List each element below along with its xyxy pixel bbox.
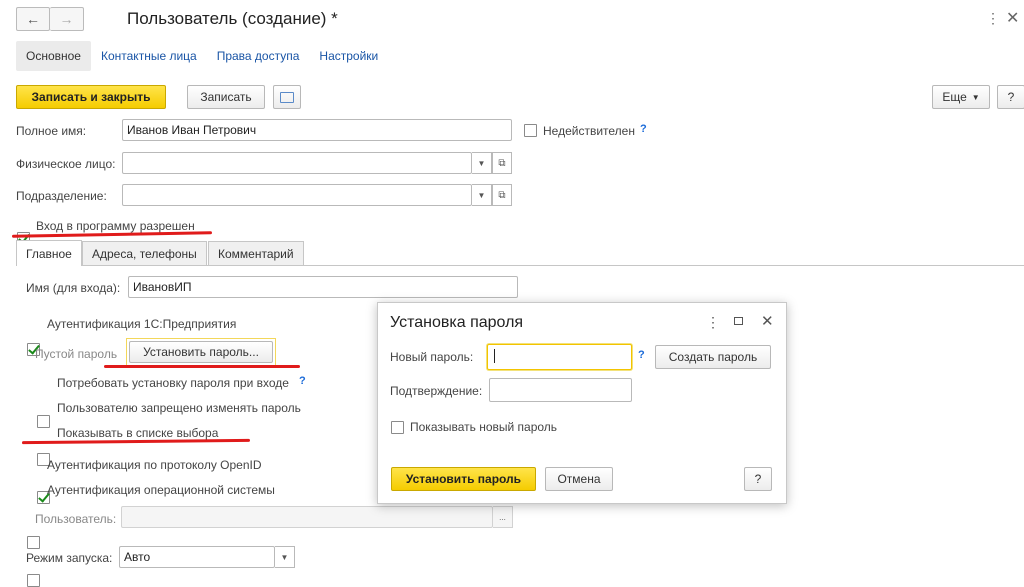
show-password-label: Показывать новый пароль xyxy=(410,420,558,434)
close-icon[interactable]: ✕ xyxy=(1006,8,1019,28)
inactive-checkbox[interactable] xyxy=(524,124,537,137)
back-button[interactable]: ← xyxy=(16,7,50,31)
nav-buttons: ← → xyxy=(16,7,84,31)
comment-icon xyxy=(280,91,294,103)
cancel-button[interactable]: Отмена xyxy=(545,467,613,491)
more-button[interactable]: Еще ▼ xyxy=(932,85,990,109)
generate-password-button[interactable]: Создать пароль xyxy=(655,345,771,369)
require-password-label: Потребовать установку пароля при входе xyxy=(57,376,289,390)
save-button[interactable]: Записать xyxy=(187,85,265,109)
set-password-button[interactable]: Установить пароль... xyxy=(129,341,273,363)
confirm-label: Подтверждение: xyxy=(390,384,483,398)
os-auth-checkbox[interactable] xyxy=(27,574,40,587)
os-auth-label: Аутентификация операционной системы xyxy=(47,483,275,497)
openid-label: Аутентификация по протоколу OpenID xyxy=(47,458,262,472)
person-dropdown-button[interactable]: ▼ xyxy=(472,152,492,174)
tab-contacts[interactable]: Контактные лица xyxy=(91,41,207,71)
text-cursor xyxy=(494,349,495,363)
person-label: Физическое лицо: xyxy=(16,157,116,171)
maximize-icon[interactable] xyxy=(734,317,743,325)
help-button[interactable]: ? xyxy=(997,85,1024,109)
open-window-icon: ⧉ xyxy=(498,189,506,201)
dept-dropdown-button[interactable]: ▼ xyxy=(472,184,492,206)
new-password-help-icon[interactable]: ? xyxy=(638,349,645,361)
more-label: Еще xyxy=(942,90,967,104)
full-name-input[interactable]: Иванов Иван Петрович xyxy=(122,119,512,141)
launch-mode-dropdown-button[interactable]: ▼ xyxy=(275,546,295,568)
new-password-label: Новый пароль: xyxy=(390,350,474,364)
confirm-input[interactable] xyxy=(489,378,632,402)
more-icon[interactable]: ⋮ xyxy=(986,10,1000,27)
tab-strip-line xyxy=(16,265,1024,266)
os-user-input xyxy=(121,506,493,528)
top-tabs: Основное Контактные лица Права доступа Н… xyxy=(16,41,388,71)
dept-input[interactable] xyxy=(122,184,472,206)
dialog-title: Установка пароля xyxy=(390,314,524,331)
tab-general[interactable]: Главное xyxy=(16,240,82,266)
arrow-left-icon: ← xyxy=(26,11,40,27)
chevron-down-icon: ▼ xyxy=(477,158,486,168)
login-name-label: Имя (для входа): xyxy=(26,281,121,295)
person-open-button[interactable]: ⧉ xyxy=(492,152,512,174)
forbid-change-label: Пользователю запрещено изменять пароль xyxy=(57,401,301,415)
page-title: Пользователь (создание) * xyxy=(127,9,338,28)
dept-label: Подразделение: xyxy=(16,189,107,203)
open-window-icon: ⧉ xyxy=(498,157,506,169)
set-password-dialog: Установка пароля ⋮ ✕ Новый пароль: ? Соз… xyxy=(377,302,787,504)
tab-addresses[interactable]: Адреса, телефоны xyxy=(82,241,207,265)
dept-open-button[interactable]: ⧉ xyxy=(492,184,512,206)
chevron-down-icon: ▼ xyxy=(280,552,289,562)
os-user-label: Пользователь: xyxy=(35,512,117,526)
show-password-checkbox[interactable] xyxy=(391,421,404,434)
tab-settings[interactable]: Настройки xyxy=(309,41,388,71)
login-allowed-label: Вход в программу разрешен xyxy=(36,219,195,233)
annotation-underline xyxy=(104,365,300,368)
launch-mode-label: Режим запуска: xyxy=(26,551,113,565)
tab-access-rights[interactable]: Права доступа xyxy=(207,41,310,71)
dialog-help-button[interactable]: ? xyxy=(744,467,772,491)
inactive-help-icon[interactable]: ? xyxy=(640,123,647,135)
inactive-label: Недействителен xyxy=(543,124,635,138)
empty-password-label: Пустой пароль xyxy=(35,347,118,361)
login-name-input[interactable]: ИвановИП xyxy=(128,276,518,298)
show-in-list-label: Показывать в списке выбора xyxy=(57,426,219,440)
tab-main[interactable]: Основное xyxy=(16,41,91,71)
require-password-help-icon[interactable]: ? xyxy=(299,375,306,387)
auth-1c-label: Аутентификация 1С:Предприятия xyxy=(47,317,237,331)
openid-checkbox[interactable] xyxy=(27,536,40,549)
person-input[interactable] xyxy=(122,152,472,174)
chevron-down-icon: ▼ xyxy=(971,92,980,102)
chevron-down-icon: ▼ xyxy=(477,190,486,200)
new-password-input[interactable] xyxy=(487,344,632,370)
launch-mode-select[interactable]: Авто xyxy=(119,546,275,568)
forward-button[interactable]: → xyxy=(50,7,84,31)
close-icon[interactable]: ✕ xyxy=(761,312,774,330)
tab-comment[interactable]: Комментарий xyxy=(208,241,304,265)
save-close-button[interactable]: Записать и закрыть xyxy=(16,85,166,109)
more-icon[interactable]: ⋮ xyxy=(706,314,720,331)
set-password-confirm-button[interactable]: Установить пароль xyxy=(391,467,536,491)
os-user-select-button: ... xyxy=(493,506,513,528)
arrow-right-icon: → xyxy=(59,11,74,27)
full-name-label: Полное имя: xyxy=(16,124,87,138)
comment-button[interactable] xyxy=(273,85,301,109)
require-password-checkbox[interactable] xyxy=(37,415,50,428)
